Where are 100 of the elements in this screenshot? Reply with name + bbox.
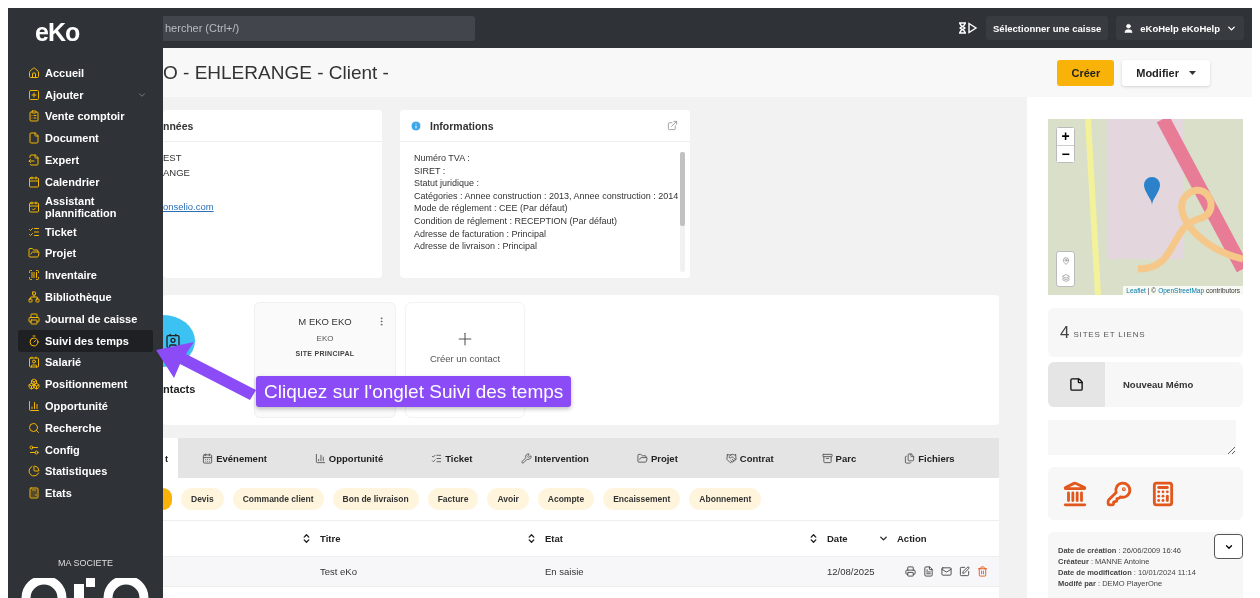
calendar-icon — [202, 452, 214, 464]
sidebar-item-label: Accueil — [45, 66, 86, 79]
sidebar-item[interactable]: Etats — [18, 482, 153, 505]
filter-chip[interactable] — [163, 488, 172, 510]
sort-icon[interactable] — [526, 533, 537, 544]
sidebar-item[interactable]: Journal de caisse — [18, 307, 153, 330]
sort-descending-icon[interactable] — [878, 533, 889, 544]
sidebar-item[interactable]: Inventaire — [18, 264, 153, 287]
user-icon — [1123, 22, 1135, 34]
tab[interactable]: Evénement — [178, 438, 291, 478]
info-icon — [410, 119, 422, 132]
sidebar-item[interactable]: Positionnement — [18, 373, 153, 396]
sort-icon[interactable] — [808, 533, 819, 544]
sort-icon[interactable] — [301, 533, 312, 544]
stopwatch-icon — [28, 334, 40, 347]
card-title: Informations — [430, 119, 495, 132]
address-line: EST — [163, 152, 183, 163]
files-icon — [904, 452, 916, 464]
tab[interactable]: t — [163, 438, 179, 478]
filter-chip[interactable]: Abonnement — [689, 488, 762, 510]
filter-chip[interactable]: Bon de livraison — [332, 488, 419, 510]
sidebar-item[interactable]: Salarié — [18, 351, 153, 374]
filter-chip[interactable]: Acompte — [537, 488, 595, 510]
expand-button[interactable] — [1214, 534, 1243, 559]
sidebar-item-label: Journal de caisse — [45, 312, 139, 325]
network-icon — [28, 291, 40, 304]
scrollbar[interactable] — [680, 152, 685, 272]
sidebar-item[interactable]: Statistiques — [18, 460, 153, 483]
pdf-icon[interactable] — [923, 566, 934, 577]
zoom-out-button[interactable]: − — [1057, 145, 1074, 162]
calculator-icon — [28, 487, 40, 500]
tab[interactable]: Intervention — [496, 438, 613, 478]
sidebar-item[interactable]: Vente comptoir — [18, 105, 153, 128]
info-field: Catégories : Annee construction : 2013, Annee construction : 2014 — [414, 189, 680, 203]
register-icon — [28, 312, 40, 325]
sidebar-item[interactable]: Expert — [18, 149, 153, 171]
sidebar-item[interactable]: Suivi des temps — [18, 329, 153, 352]
tutorial-callout: Cliquez sur l'onglet Suivi des temps — [256, 376, 572, 407]
column-header[interactable]: Date — [827, 533, 848, 544]
company-name: MA SOCIETE — [57, 558, 114, 568]
filter-chip[interactable]: Commande client — [232, 488, 324, 510]
tab[interactable]: Fichiers — [880, 438, 979, 478]
sidebar-item-label: Config — [45, 443, 81, 456]
email-link[interactable]: onselio.com — [163, 201, 382, 212]
sidebar-item[interactable]: Document — [18, 127, 153, 150]
column-header[interactable]: Titre — [320, 533, 341, 544]
calculator-icon[interactable] — [1150, 480, 1176, 507]
delete-icon[interactable] — [977, 566, 988, 577]
hourglass-play-icon[interactable] — [958, 22, 979, 34]
create-contact-label: Créer un contact — [429, 353, 501, 364]
create-button[interactable]: Créer — [1057, 59, 1115, 86]
table-cell-text: Test eKo — [319, 566, 358, 577]
sidebar-item[interactable]: Projet — [18, 242, 153, 265]
search-field[interactable]: hercher (Ctrl+/) — [163, 15, 475, 41]
mail-icon[interactable] — [941, 566, 952, 577]
column-header[interactable]: Action — [897, 533, 927, 544]
info-field: Condition de réglement : RECEPTION (Par défaut) — [414, 214, 680, 228]
filter-chip[interactable]: Avoir — [487, 488, 529, 510]
boxes-icon — [28, 378, 40, 391]
info-field: Adresse de livraison : Principal — [414, 240, 680, 253]
sites-card[interactable]: 4 SITES ET LIENS — [1048, 308, 1243, 357]
sidebar-item[interactable]: Recherche — [18, 416, 153, 439]
external-link-icon[interactable] — [667, 120, 678, 131]
sidebar-item[interactable]: Assistant plannification — [18, 192, 153, 221]
sidebar-item-label: Document — [45, 132, 100, 145]
tab[interactable]: Projet — [612, 438, 702, 478]
tab[interactable]: Parc — [797, 438, 881, 478]
tab[interactable]: Contrat — [701, 438, 798, 478]
tab[interactable]: Opportunité — [290, 438, 408, 478]
sidebar-item[interactable]: Accueil — [18, 62, 153, 84]
sidebar-item[interactable]: Ajouter — [18, 83, 153, 106]
notes-field[interactable] — [1048, 420, 1236, 455]
checklist-icon — [28, 225, 40, 238]
sidebar-item[interactable]: Calendrier — [18, 171, 153, 193]
tab[interactable]: Ticket — [407, 438, 497, 478]
key-icon[interactable] — [1106, 480, 1132, 507]
clipboard-icon — [28, 110, 40, 123]
calendar-icon — [28, 175, 40, 188]
memo-label: Nouveau Mémo — [1123, 379, 1194, 390]
sidebar-item[interactable]: Bibliothèque — [18, 286, 153, 308]
filter-chip[interactable]: Facture — [427, 488, 479, 510]
checklist-icon — [431, 452, 443, 464]
bar-chart-icon — [28, 400, 40, 413]
sidebar-item-label: Assistant plannification — [45, 194, 118, 219]
sidebar-item[interactable]: Opportunité — [18, 395, 153, 417]
card-title: nnées — [163, 119, 195, 132]
search-icon — [28, 421, 40, 434]
sidebar-item[interactable]: Config — [18, 438, 153, 461]
pie-chart-icon — [28, 465, 40, 478]
register-select-button[interactable]: Sélectionner une caisse — [986, 16, 1109, 40]
user-menu-button[interactable]: eKoHelp eKoHelp — [1116, 16, 1244, 40]
edit-icon[interactable] — [959, 566, 970, 577]
filter-chip[interactable]: Encaissement — [603, 488, 681, 510]
bank-icon[interactable] — [1062, 480, 1088, 507]
print-icon[interactable] — [905, 566, 916, 577]
column-header[interactable]: Etat — [545, 533, 563, 544]
modify-dropdown-button[interactable]: Modifier — [1122, 59, 1210, 86]
sidebar-item[interactable]: Ticket — [18, 220, 153, 243]
filter-chip[interactable]: Devis — [181, 488, 224, 510]
new-memo-button[interactable]: Nouveau Mémo — [1048, 362, 1243, 407]
